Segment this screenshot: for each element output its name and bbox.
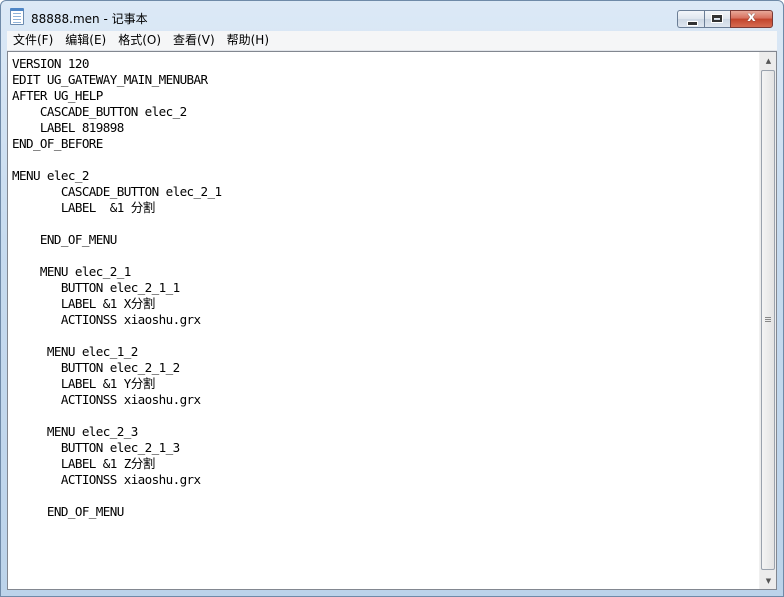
editor-frame: VERSION 120 EDIT UG_GATEWAY_MAIN_MENUBAR… <box>7 51 777 590</box>
caption-buttons: x <box>677 10 773 28</box>
vertical-scrollbar[interactable]: ▲ ▼ <box>759 52 776 589</box>
close-icon: x <box>747 10 756 25</box>
scroll-down-arrow-icon[interactable]: ▼ <box>760 572 777 589</box>
close-button[interactable]: x <box>730 10 773 28</box>
scrollbar-grip-icon <box>765 317 771 318</box>
maximize-button[interactable] <box>704 10 730 28</box>
scrollbar-thumb[interactable] <box>761 70 775 570</box>
notepad-window: 88888.men - 记事本 x 文件(F) 编辑(E) 格式(O) 查看(V… <box>0 0 784 597</box>
minimize-icon <box>687 21 698 26</box>
editor-content[interactable]: VERSION 120 EDIT UG_GATEWAY_MAIN_MENUBAR… <box>8 52 759 520</box>
maximize-icon <box>711 14 723 23</box>
minimize-button[interactable] <box>677 10 704 28</box>
window-title: 88888.men - 记事本 <box>31 12 148 26</box>
menu-help[interactable]: 帮助(H) <box>221 31 274 50</box>
text-editor-area[interactable]: VERSION 120 EDIT UG_GATEWAY_MAIN_MENUBAR… <box>8 52 759 589</box>
title-bar[interactable]: 88888.men - 记事本 x <box>1 1 783 31</box>
scroll-up-arrow-icon[interactable]: ▲ <box>760 52 777 69</box>
menu-bar: 文件(F) 编辑(E) 格式(O) 查看(V) 帮助(H) <box>7 31 777 51</box>
menu-file[interactable]: 文件(F) <box>7 31 58 50</box>
menu-edit[interactable]: 编辑(E) <box>59 31 111 50</box>
menu-format[interactable]: 格式(O) <box>112 31 166 50</box>
notepad-app-icon[interactable] <box>10 8 24 25</box>
menu-view[interactable]: 查看(V) <box>167 31 220 50</box>
